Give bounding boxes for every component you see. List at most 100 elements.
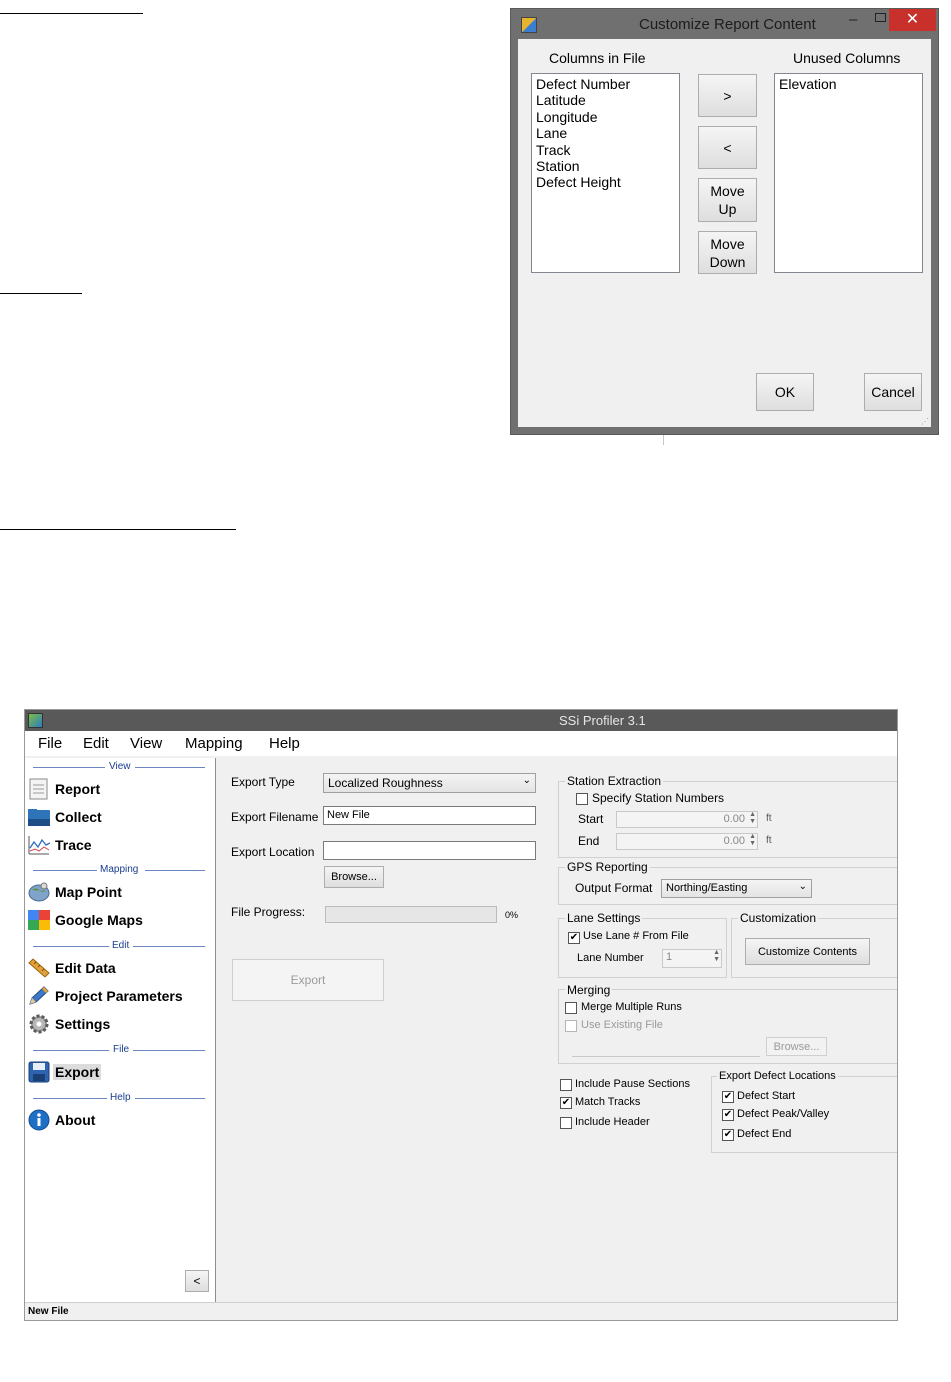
- sidebar-item-project-parameters[interactable]: Project Parameters: [27, 985, 207, 1007]
- end-label: End: [578, 834, 600, 848]
- defect-peak-checkbox[interactable]: ✔: [722, 1109, 734, 1121]
- gps-reporting-title: GPS Reporting: [565, 860, 650, 874]
- app-icon: [28, 713, 43, 728]
- minimize-icon[interactable]: –: [849, 11, 857, 28]
- move-right-button[interactable]: >: [698, 74, 757, 117]
- unused-columns-list[interactable]: Elevation: [774, 73, 923, 273]
- export-type-label: Export Type: [231, 775, 295, 789]
- move-down-button[interactable]: Move Down: [698, 231, 757, 274]
- defect-start-checkbox[interactable]: ✔: [722, 1091, 734, 1103]
- spinner-arrows-icon[interactable]: ▲ ▼: [749, 833, 756, 847]
- merge-browse-button[interactable]: Browse...: [766, 1037, 827, 1056]
- dialog-title: Customize Report Content: [639, 16, 816, 33]
- defect-locations-title: Export Defect Locations: [717, 1070, 838, 1082]
- menu-view[interactable]: View: [130, 735, 162, 752]
- end-unit: ft: [766, 835, 772, 846]
- columns-in-file-list[interactable]: Defect Number Latitude Longitude Lane Tr…: [531, 73, 680, 273]
- menu-mapping[interactable]: Mapping: [185, 735, 243, 752]
- list-item[interactable]: Lane: [536, 125, 679, 141]
- end-spinner[interactable]: 0.00 ▲ ▼: [616, 833, 758, 850]
- move-left-button[interactable]: <: [698, 126, 757, 169]
- lane-settings-title: Lane Settings: [565, 911, 643, 925]
- chevron-down-icon: ⌄: [522, 775, 531, 786]
- list-item[interactable]: Latitude: [536, 92, 679, 108]
- dialog-titlebar[interactable]: Customize Report Content – ✕: [511, 9, 938, 39]
- list-item[interactable]: Longitude: [536, 109, 679, 125]
- sidebar-item-label: Trace: [55, 837, 92, 853]
- list-item[interactable]: Defect Height: [536, 174, 679, 190]
- pencil-icon: [29, 986, 49, 1005]
- list-item[interactable]: Defect Number: [536, 76, 679, 92]
- dialog-client-area: Columns in File Unused Columns Defect Nu…: [518, 39, 931, 427]
- merge-runs-label: Merge Multiple Runs: [581, 1001, 682, 1013]
- browse-button[interactable]: Browse...: [324, 866, 384, 888]
- include-pause-checkbox[interactable]: [560, 1079, 572, 1091]
- existing-file-input[interactable]: [572, 1039, 760, 1057]
- floppy-disk-icon: [28, 1061, 50, 1083]
- use-lane-label: Use Lane # From File: [583, 930, 689, 942]
- report-icon: [29, 778, 48, 800]
- output-format-label: Output Format: [575, 881, 653, 895]
- ok-button[interactable]: OK: [756, 373, 814, 411]
- resize-grip-icon[interactable]: ⋰: [921, 417, 929, 426]
- file-progress-percent: 0%: [505, 910, 519, 920]
- include-header-checkbox[interactable]: [560, 1117, 572, 1129]
- sidebar-item-edit-data[interactable]: Edit Data: [27, 957, 207, 979]
- export-button[interactable]: Export: [232, 959, 384, 1001]
- collapse-sidebar-button[interactable]: <: [185, 1270, 209, 1292]
- close-icon[interactable]: ✕: [889, 9, 936, 31]
- menu-edit[interactable]: Edit: [83, 735, 109, 752]
- export-location-input[interactable]: [323, 841, 536, 860]
- sidebar-item-collect[interactable]: Collect: [27, 806, 207, 828]
- list-item[interactable]: Elevation: [779, 76, 922, 92]
- profiler-window: SSi Profiler 3.1 File Edit View Mapping …: [24, 709, 898, 1321]
- spinner-arrows-icon[interactable]: ▲ ▼: [749, 811, 756, 825]
- ruler-icon: [28, 958, 50, 978]
- spinner-arrows-icon[interactable]: ▲ ▼: [713, 949, 720, 963]
- sidebar-item-trace[interactable]: Trace: [27, 834, 207, 856]
- match-tracks-checkbox[interactable]: ✔: [560, 1097, 572, 1109]
- sidebar-item-map-point[interactable]: Map Point: [27, 881, 207, 903]
- start-spinner[interactable]: 0.00 ▲ ▼: [616, 811, 758, 828]
- sidebar-item-report[interactable]: Report: [27, 778, 207, 800]
- sidebar-item-label: Project Parameters: [55, 988, 183, 1004]
- export-filename-input[interactable]: New File: [323, 806, 536, 825]
- trace-chart-icon: [28, 836, 51, 855]
- output-format-select[interactable]: Northing/Easting ⌄: [661, 879, 812, 898]
- use-lane-checkbox[interactable]: ✔: [568, 932, 580, 944]
- lane-number-spinner[interactable]: 1 ▲ ▼: [662, 949, 722, 968]
- section-header-view: View: [33, 761, 205, 772]
- cancel-button[interactable]: Cancel: [864, 373, 922, 411]
- document-underline: [0, 293, 82, 294]
- defect-end-checkbox[interactable]: ✔: [722, 1129, 734, 1141]
- move-up-button[interactable]: Move Up: [698, 178, 757, 222]
- station-extraction-title: Station Extraction: [565, 774, 664, 788]
- use-existing-checkbox[interactable]: [565, 1020, 577, 1032]
- list-item[interactable]: Track: [536, 142, 679, 158]
- sidebar-item-about[interactable]: About: [27, 1109, 207, 1131]
- customize-contents-button[interactable]: Customize Contents: [745, 938, 870, 965]
- section-header-mapping: Mapping: [33, 864, 205, 875]
- sidebar-item-settings[interactable]: Settings: [27, 1013, 207, 1035]
- list-item[interactable]: Station: [536, 158, 679, 174]
- defect-start-label: Defect Start: [737, 1090, 796, 1102]
- document-underline: [0, 13, 143, 14]
- app-title: SSi Profiler 3.1: [559, 713, 646, 728]
- start-unit: ft: [766, 813, 772, 824]
- lane-settings-group: [558, 918, 727, 978]
- menu-help[interactable]: Help: [269, 735, 300, 752]
- merge-runs-checkbox[interactable]: [565, 1002, 577, 1014]
- specify-station-checkbox[interactable]: [576, 793, 588, 805]
- status-text: New File: [28, 1306, 69, 1317]
- sidebar-item-google-maps[interactable]: Google Maps: [27, 909, 207, 931]
- maximize-icon[interactable]: [875, 13, 886, 22]
- include-pause-label: Include Pause Sections: [575, 1078, 690, 1090]
- start-label: Start: [578, 812, 604, 826]
- export-type-value: Localized Roughness: [328, 776, 443, 790]
- status-bar: New File: [25, 1302, 897, 1320]
- sidebar-item-export[interactable]: Export: [27, 1061, 207, 1083]
- export-type-select[interactable]: Localized Roughness ⌄: [323, 773, 536, 793]
- app-titlebar[interactable]: SSi Profiler 3.1: [25, 710, 897, 731]
- menu-file[interactable]: File: [38, 735, 62, 752]
- section-header-help: Help: [33, 1092, 205, 1103]
